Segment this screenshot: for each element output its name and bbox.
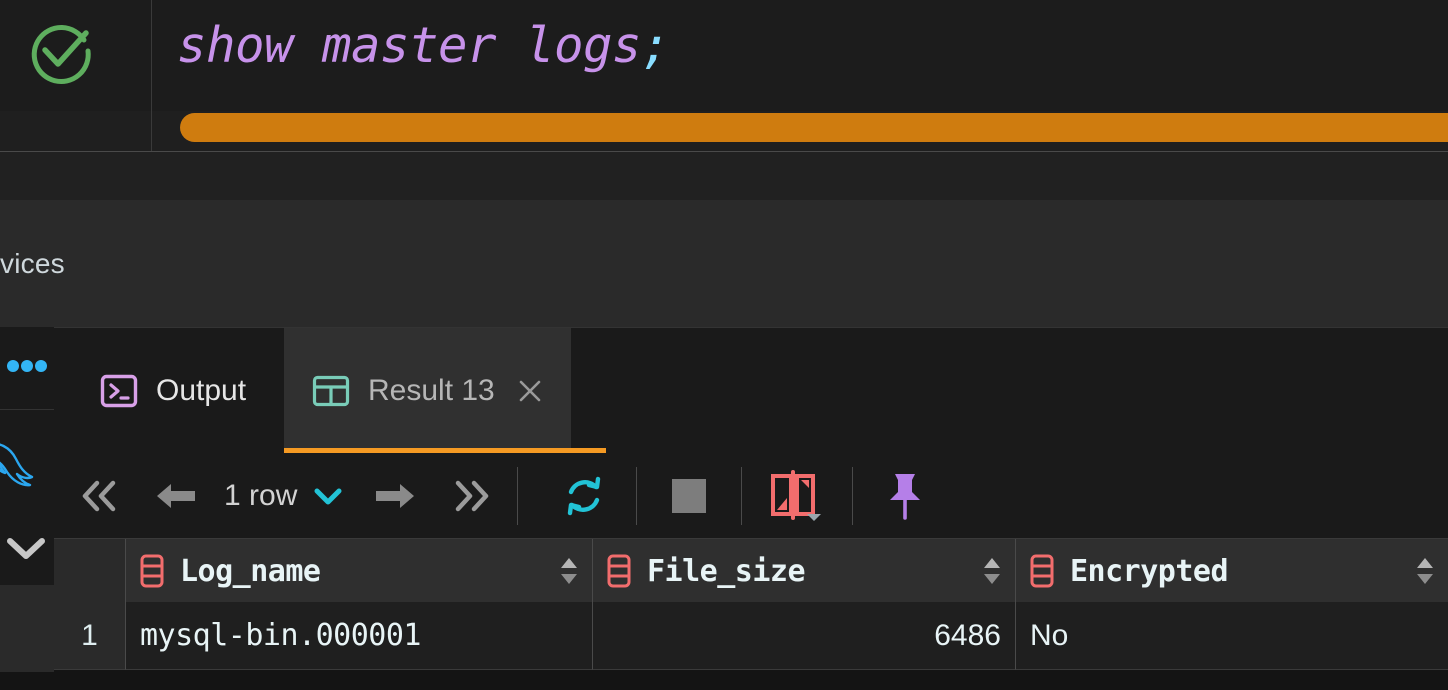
column-header-log-name[interactable]: Log_name bbox=[126, 539, 593, 603]
toggle-wrap-cell-icon bbox=[771, 469, 822, 521]
query-text-line[interactable]: show master logs; bbox=[153, 0, 1448, 111]
pin-results-button[interactable] bbox=[867, 466, 943, 526]
refresh-icon bbox=[568, 476, 601, 515]
sort-arrows-icon[interactable] bbox=[558, 556, 580, 586]
first-row-button[interactable] bbox=[68, 466, 134, 526]
panel-truncated-label: vices bbox=[0, 248, 65, 279]
arrow-right-icon bbox=[376, 483, 415, 508]
previous-row-button[interactable] bbox=[144, 466, 210, 526]
double-chevron-left-icon bbox=[82, 480, 116, 511]
rail-more-cell[interactable] bbox=[0, 327, 54, 410]
cell-encrypted[interactable]: No bbox=[1016, 602, 1448, 670]
sort-arrows-icon[interactable] bbox=[981, 556, 1003, 586]
query-statement: show master logs; bbox=[177, 17, 671, 74]
column-type-icon bbox=[607, 554, 631, 588]
toolbar-separator bbox=[636, 466, 638, 525]
toolbar-separator bbox=[517, 466, 519, 525]
column-header-label: Encrypted bbox=[1070, 553, 1229, 589]
progress-gutter bbox=[0, 111, 152, 152]
column-header-label: File_size bbox=[647, 553, 806, 589]
tab-output-label: Output bbox=[156, 373, 247, 407]
column-header-file-size[interactable]: File_size bbox=[593, 539, 1016, 603]
tab-output[interactable]: Output bbox=[88, 328, 258, 453]
close-icon[interactable] bbox=[517, 378, 543, 404]
more-options-dots-icon[interactable] bbox=[7, 360, 47, 372]
rail-footer bbox=[0, 672, 54, 690]
grid-footer-strip bbox=[54, 670, 1448, 690]
query-progress-bar bbox=[180, 113, 1448, 142]
rail-lower-pad bbox=[0, 585, 54, 672]
query-progress-row bbox=[0, 111, 1448, 152]
next-row-button[interactable] bbox=[361, 466, 427, 526]
chevron-down-icon bbox=[314, 488, 342, 504]
arrow-left-icon bbox=[157, 483, 195, 508]
column-header-label: Log_name bbox=[180, 553, 321, 589]
grid-table-icon bbox=[312, 375, 350, 406]
sort-arrows-icon[interactable] bbox=[1414, 556, 1436, 586]
results-toolbar: 1 row bbox=[54, 453, 1448, 538]
results-panel: Output Result 13 1 row Log_name File_siz… bbox=[54, 327, 1448, 690]
refresh-button[interactable] bbox=[546, 466, 622, 526]
editor-empty-band bbox=[0, 152, 1448, 200]
column-type-icon bbox=[140, 554, 164, 588]
chevron-down-icon[interactable] bbox=[2, 533, 50, 563]
grid-corner-cell bbox=[54, 539, 126, 603]
column-type-icon bbox=[1030, 554, 1054, 588]
column-header-encrypted[interactable]: Encrypted bbox=[1016, 539, 1448, 603]
grid-header-row: Log_name File_size Encrypted bbox=[54, 538, 1448, 603]
query-semicolon: ; bbox=[641, 17, 671, 74]
left-icon-rail bbox=[0, 327, 54, 585]
tab-result-label: Result 13 bbox=[368, 373, 495, 407]
results-grid: Log_name File_size Encrypted 1 mysql-bin… bbox=[54, 538, 1448, 690]
terminal-icon bbox=[100, 374, 138, 407]
cell-file-size[interactable]: 6486 bbox=[593, 602, 1016, 670]
results-tabbar: Output Result 13 bbox=[54, 328, 1448, 453]
mysql-dolphin-icon[interactable] bbox=[0, 427, 46, 497]
success-check-circle-icon bbox=[31, 25, 91, 84]
last-row-button[interactable] bbox=[437, 466, 503, 526]
tab-result-13[interactable]: Result 13 bbox=[284, 328, 571, 453]
toolbar-separator bbox=[852, 466, 854, 525]
table-row[interactable]: 1 mysql-bin.000001 6486 No bbox=[54, 602, 1448, 670]
toolbar-separator bbox=[741, 466, 743, 525]
row-count-selector[interactable]: 1 row bbox=[218, 466, 351, 526]
row-number-cell[interactable]: 1 bbox=[54, 602, 126, 670]
double-chevron-right-icon bbox=[456, 480, 489, 511]
wrap-cell-content-button[interactable] bbox=[756, 466, 838, 526]
mysql-workbench-window: show master logs; vices Output Result 13… bbox=[0, 0, 1448, 690]
query-status-gutter bbox=[0, 0, 152, 111]
query-editor-strip: show master logs; bbox=[0, 0, 1448, 111]
query-keywords: show master logs bbox=[177, 17, 642, 74]
stop-button[interactable] bbox=[651, 466, 727, 526]
cell-log-name[interactable]: mysql-bin.000001 bbox=[126, 602, 593, 670]
stop-square-icon bbox=[672, 478, 707, 513]
row-count-label: 1 row bbox=[224, 478, 298, 512]
pin-icon bbox=[890, 473, 921, 520]
secondary-panel: vices bbox=[0, 200, 1448, 327]
